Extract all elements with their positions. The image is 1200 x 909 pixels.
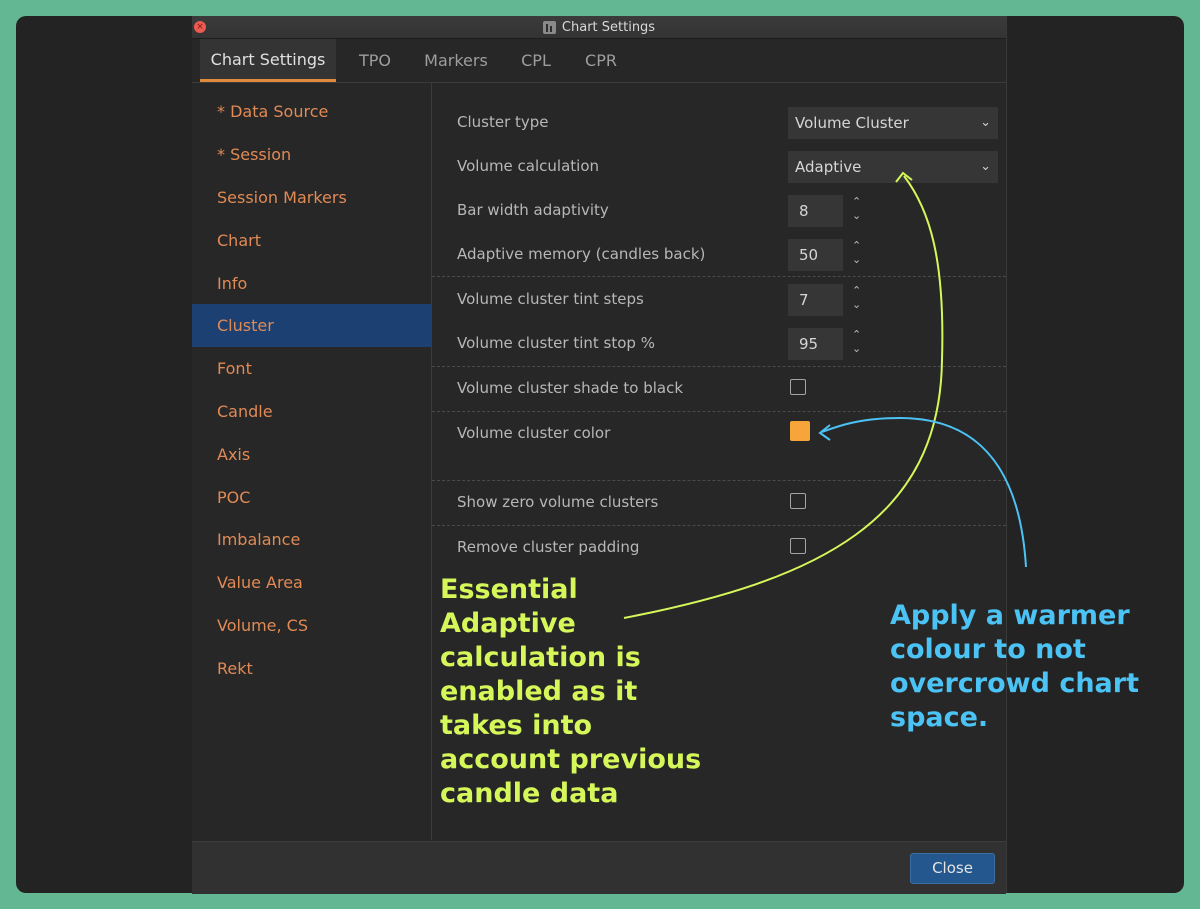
tab-cpr[interactable]: CPR	[576, 39, 626, 82]
cluster-type-label: Cluster type	[457, 113, 549, 131]
sidebar-item-volume-cs[interactable]: Volume, CS	[192, 604, 431, 647]
chevron-down-icon: ⌄	[980, 115, 991, 130]
remove-padding-checkbox[interactable]	[790, 538, 806, 554]
remove-padding-label: Remove cluster padding	[457, 538, 640, 556]
settings-sidebar: * Data Source * Session Session Markers …	[192, 83, 432, 840]
show-zero-checkbox[interactable]	[790, 493, 806, 509]
section-divider	[432, 411, 1006, 412]
sidebar-item-session[interactable]: * Session	[192, 133, 431, 176]
bar-width-adaptivity-input[interactable]: 8	[788, 195, 843, 227]
tab-tpo[interactable]: TPO	[350, 39, 400, 82]
sidebar-item-candle[interactable]: Candle	[192, 390, 431, 433]
volume-calculation-label: Volume calculation	[457, 157, 600, 175]
bar-width-adaptivity-label: Bar width adaptivity	[457, 201, 609, 219]
section-divider	[432, 525, 1006, 526]
volume-calculation-select[interactable]: Adaptive ⌄	[788, 151, 998, 183]
chevron-up-icon[interactable]: ⌃	[852, 328, 861, 341]
sidebar-item-session-markers[interactable]: Session Markers	[192, 176, 431, 219]
tab-markers[interactable]: Markers	[418, 39, 494, 82]
adaptive-memory-input[interactable]: 50	[788, 239, 843, 271]
adaptive-memory-label: Adaptive memory (candles back)	[457, 245, 706, 263]
sidebar-item-cluster[interactable]: Cluster	[192, 304, 431, 347]
tint-stop-input[interactable]: 95	[788, 328, 843, 360]
chevron-down-icon: ⌄	[980, 159, 991, 174]
chevron-down-icon[interactable]: ⌄	[852, 209, 861, 222]
shade-to-black-label: Volume cluster shade to black	[457, 379, 684, 397]
section-divider	[432, 366, 1006, 367]
cluster-color-label: Volume cluster color	[457, 424, 611, 442]
tab-chart-settings[interactable]: Chart Settings	[200, 39, 336, 82]
chart-app-icon	[542, 20, 556, 34]
sidebar-item-poc[interactable]: POC	[192, 476, 431, 519]
sidebar-item-imbalance[interactable]: Imbalance	[192, 518, 431, 561]
cluster-type-select[interactable]: Volume Cluster ⌄	[788, 107, 998, 139]
show-zero-label: Show zero volume clusters	[457, 493, 659, 511]
window-title: Chart Settings	[561, 19, 656, 35]
bar-width-adaptivity-stepper[interactable]: ⌃ ⌄	[850, 195, 866, 227]
tint-steps-label: Volume cluster tint steps	[457, 290, 644, 308]
cluster-color-swatch[interactable]	[790, 421, 810, 441]
tint-steps-stepper[interactable]: ⌃ ⌄	[850, 284, 866, 316]
adaptive-memory-stepper[interactable]: ⌃ ⌄	[850, 239, 866, 271]
chevron-up-icon[interactable]: ⌃	[852, 284, 861, 297]
dialog-footer: Close	[192, 841, 1006, 894]
sidebar-item-info[interactable]: Info	[192, 262, 431, 305]
sidebar-item-axis[interactable]: Axis	[192, 433, 431, 476]
warmer-colour-annotation: Apply a warmer colour to not overcrowd c…	[890, 600, 1139, 733]
close-button[interactable]: Close	[910, 853, 995, 884]
sidebar-item-chart[interactable]: Chart	[192, 219, 431, 262]
chevron-up-icon[interactable]: ⌃	[852, 195, 861, 208]
tab-bar: Chart Settings TPO Markers CPL CPR	[192, 39, 1006, 83]
chevron-up-icon[interactable]: ⌃	[852, 239, 861, 252]
tint-steps-input[interactable]: 7	[788, 284, 843, 316]
section-divider	[432, 276, 1006, 277]
cluster-type-value: Volume Cluster	[795, 114, 909, 132]
sidebar-item-font[interactable]: Font	[192, 347, 431, 390]
sidebar-item-value-area[interactable]: Value Area	[192, 561, 431, 604]
chevron-down-icon[interactable]: ⌄	[852, 298, 861, 311]
volume-calculation-value: Adaptive	[795, 158, 862, 176]
sidebar-item-data-source[interactable]: * Data Source	[192, 90, 431, 133]
title-bar[interactable]: × Chart Settings	[192, 16, 1006, 39]
tint-stop-stepper[interactable]: ⌃ ⌄	[850, 328, 866, 360]
sidebar-item-rekt[interactable]: Rekt	[192, 647, 431, 690]
section-divider	[432, 480, 1006, 481]
tab-cpl[interactable]: CPL	[512, 39, 560, 82]
shade-to-black-checkbox[interactable]	[790, 379, 806, 395]
adaptive-calculation-annotation: Essential Adaptive calculation is enable…	[440, 574, 702, 809]
chevron-down-icon[interactable]: ⌄	[852, 253, 861, 266]
chevron-down-icon[interactable]: ⌄	[852, 342, 861, 355]
tint-stop-label: Volume cluster tint stop %	[457, 334, 655, 352]
